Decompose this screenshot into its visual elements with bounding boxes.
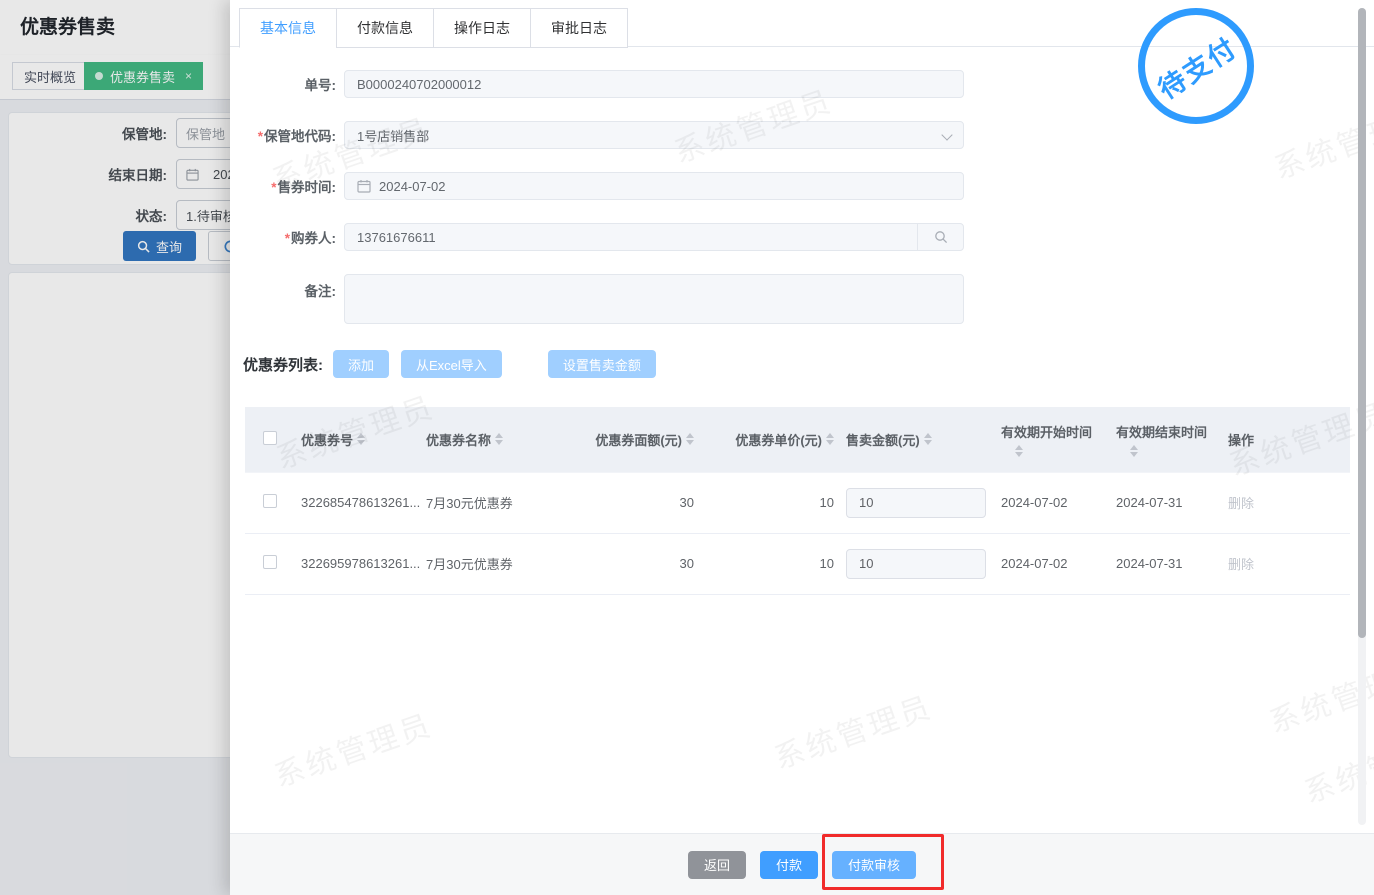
cell-face-value: 30 [555,471,700,534]
scrollbar-track[interactable] [1358,8,1366,825]
buyer-input[interactable]: 13761676611 [344,223,964,251]
coupon-list-label: 优惠券列表: [243,356,323,374]
cell-unit-price: 10 [700,471,840,534]
tab-operation-log[interactable]: 操作日志 [433,8,531,48]
cell-coupon-no: 322685478613261... [295,471,420,534]
table-header-row: 优惠券号 优惠券名称 优惠券面额(元) 优惠券单价(元) 售卖金额(元) 有效期… [245,407,1350,472]
buyer-label: *购券人: [284,231,336,246]
header-action: 操作 [1222,407,1350,472]
set-sale-amount-button[interactable]: 设置售卖金额 [547,350,656,378]
header-valid-start[interactable]: 有效期开始时间 [995,407,1110,472]
drawer-content: 单号: B0000240702000012 *保管地代码: 1号店销售部 *售券… [230,47,1374,833]
sort-carets-icon[interactable] [923,433,932,446]
row-checkbox[interactable] [263,494,277,508]
header-valid-end[interactable]: 有效期结束时间 [1110,407,1222,472]
remark-label: 备注: [304,284,337,299]
back-button[interactable]: 返回 [687,850,746,879]
order-no-input[interactable]: B0000240702000012 [344,70,964,98]
sort-carets-icon[interactable] [686,433,694,446]
sort-carets-icon[interactable] [495,433,504,446]
delete-link[interactable]: 删除 [1228,557,1254,572]
calendar-icon [357,180,371,193]
cell-valid-start: 2024-07-02 [995,533,1110,595]
coupon-table: 优惠券号 优惠券名称 优惠券面额(元) 优惠券单价(元) 售卖金额(元) 有效期… [245,407,1350,595]
tab-approval-log[interactable]: 审批日志 [530,8,628,48]
cell-coupon-no: 322695978613261... [295,533,420,595]
search-icon [934,231,947,244]
sale-time-date-input[interactable]: 2024-07-02 [344,172,964,200]
cell-face-value: 30 [555,533,700,595]
sort-carets-icon[interactable] [1015,444,1023,457]
scrollbar-thumb[interactable] [1358,8,1366,638]
table-row: 322695978613261... 7月30元优惠券 30 10 2024-0… [245,533,1350,595]
remark-textarea[interactable] [344,274,964,324]
basic-info-form: 单号: B0000240702000012 *保管地代码: 1号店销售部 *售券… [230,47,1374,324]
chevron-down-icon [941,129,953,141]
sale-amount-input[interactable] [846,548,986,579]
cell-unit-price: 10 [700,533,840,595]
sort-carets-icon[interactable] [1130,444,1138,457]
cell-valid-end: 2024-07-31 [1110,471,1222,534]
cell-coupon-name: 7月30元优惠券 [420,533,555,595]
order-no-label: 单号: [304,78,337,93]
delete-link[interactable]: 删除 [1228,496,1254,511]
buyer-search-button[interactable] [917,224,963,250]
pay-button[interactable]: 付款 [759,850,818,879]
tab-basic-info[interactable]: 基本信息 [239,8,337,48]
header-sale-amount[interactable]: 售卖金额(元) [840,407,995,472]
header-face-value[interactable]: 优惠券面额(元) [555,407,700,472]
row-checkbox[interactable] [263,555,277,569]
pay-audit-annotated-area: 付款审核 [822,833,945,890]
coupon-sale-drawer: 基本信息 付款信息 操作日志 审批日志 单号: B000024070200001… [230,0,1374,895]
sort-carets-icon[interactable] [826,433,834,446]
storage-code-label: *保管地代码: [257,129,336,144]
storage-code-select[interactable]: 1号店销售部 [344,121,964,149]
drawer-footer: 返回 付款 付款审核 [230,833,1374,895]
header-unit-price[interactable]: 优惠券单价(元) [700,407,840,472]
select-all-checkbox[interactable] [263,430,277,445]
coupon-list-toolbar: 优惠券列表: 添加 从Excel导入 设置售卖金额 [230,350,1374,378]
tab-payment-info[interactable]: 付款信息 [336,8,434,48]
sale-amount-input[interactable] [846,487,986,518]
header-coupon-no[interactable]: 优惠券号 [295,407,420,472]
sort-carets-icon[interactable] [357,433,366,446]
import-excel-button[interactable]: 从Excel导入 [401,350,502,378]
sale-time-label: *售券时间: [271,180,336,195]
header-coupon-name[interactable]: 优惠券名称 [420,407,555,472]
cell-coupon-name: 7月30元优惠券 [420,471,555,534]
cell-valid-start: 2024-07-02 [995,471,1110,534]
pay-audit-button[interactable]: 付款审核 [832,850,917,879]
table-row: 322685478613261... 7月30元优惠券 30 10 2024-0… [245,471,1350,534]
drawer-tabs: 基本信息 付款信息 操作日志 审批日志 [230,0,1374,48]
cell-valid-end: 2024-07-31 [1110,533,1222,595]
add-coupon-button[interactable]: 添加 [333,350,390,378]
